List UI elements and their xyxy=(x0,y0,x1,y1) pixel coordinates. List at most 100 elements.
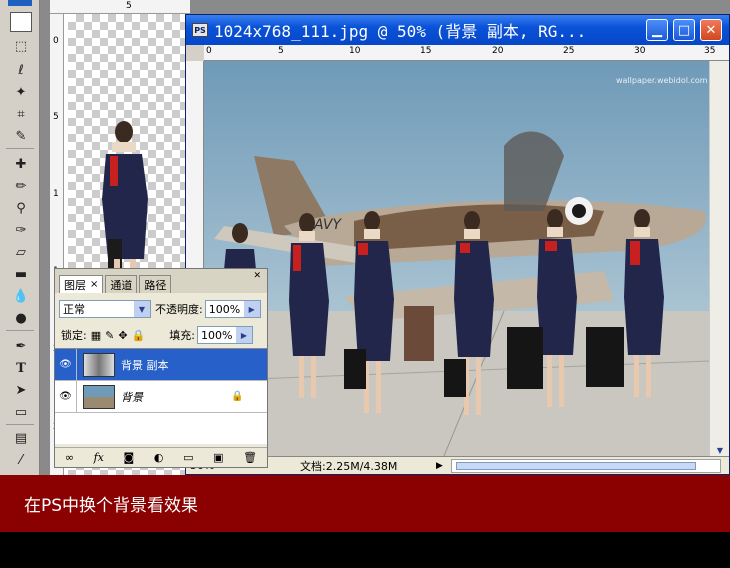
blend-row: 正常 ▼ 不透明度: 100% ▶ xyxy=(55,297,267,321)
tab-label: 图层 xyxy=(64,278,86,292)
layer-name: 背景 副本 xyxy=(121,358,169,372)
scroll-thumb[interactable] xyxy=(455,461,696,470)
chevron-right-icon: ▶ xyxy=(243,301,260,317)
lasso-tool-icon[interactable]: ℓ xyxy=(10,60,32,80)
canvas-watermark: wallpaper.webidol.com xyxy=(616,76,708,85)
lock-image-icon[interactable]: ✎ xyxy=(105,329,114,342)
tab-paths[interactable]: 路径 xyxy=(139,275,172,293)
plane-marking: AVY xyxy=(313,217,342,233)
ruler-label: 1 xyxy=(53,189,59,199)
mask-icon[interactable]: ◙ xyxy=(124,451,135,464)
path-selection-tool-icon[interactable]: ➤ xyxy=(10,380,32,400)
close-icon[interactable]: ✕ xyxy=(700,19,722,41)
gradient-tool-icon[interactable]: ▬ xyxy=(10,264,32,284)
fill-value: 100% xyxy=(200,328,233,342)
tab-label: 路径 xyxy=(144,278,167,292)
panel-footer: ∞ fx ◙ ◐ ▭ ▣ 🗑 xyxy=(55,447,267,467)
ruler-label: 30 xyxy=(634,46,646,56)
lock-position-icon[interactable]: ✥ xyxy=(118,329,127,342)
tab-close-icon[interactable]: × xyxy=(90,279,98,290)
magic-wand-tool-icon[interactable]: ✦ xyxy=(10,82,32,102)
type-tool-icon[interactable]: T xyxy=(10,358,32,378)
toolbox-header xyxy=(8,0,32,6)
layer-list: 👁 背景 副本 👁 背景 🔒 xyxy=(55,348,267,444)
healing-brush-tool-icon[interactable]: ✚ xyxy=(10,154,32,174)
caption-banner: 在PS中换个背景看效果 xyxy=(0,475,730,532)
pen-tool-icon[interactable]: ✒ xyxy=(10,336,32,356)
ruler-label: 5 xyxy=(53,112,59,122)
move-tool-icon[interactable]: ✥ xyxy=(10,12,32,32)
chevron-down-icon: ▼ xyxy=(134,301,150,317)
ruler-label: 15 xyxy=(420,46,432,56)
ruler-label: 0 xyxy=(53,36,59,46)
maximize-icon[interactable]: □ xyxy=(673,19,695,41)
composite-photo: wallpaper.webidol.com AVY xyxy=(204,61,709,456)
toolbox-divider xyxy=(6,148,34,149)
main-ruler-top: 0 5 10 15 20 25 30 35 xyxy=(204,45,729,61)
blend-mode-value: 正常 xyxy=(63,303,85,316)
notes-tool-icon[interactable]: ▤ xyxy=(10,428,32,448)
dodge-tool-icon[interactable]: ● xyxy=(10,308,32,328)
layer-thumbnail xyxy=(83,384,115,409)
crop-tool-icon[interactable]: ⌗ xyxy=(10,104,32,124)
ruler-label: 5 xyxy=(278,46,284,56)
chevron-right-icon: ▶ xyxy=(235,327,252,343)
layer-thumbnail xyxy=(83,352,115,377)
shape-tool-icon[interactable]: ▭ xyxy=(10,402,32,422)
panel-tabs: 图层 × 通道 路径 ✕ xyxy=(55,269,267,293)
blend-mode-select[interactable]: 正常 ▼ xyxy=(59,300,151,318)
ps-app-icon: PS xyxy=(192,23,208,37)
folder-icon[interactable]: ▭ xyxy=(183,451,193,464)
tab-layers[interactable]: 图层 × xyxy=(59,275,104,293)
slice-tool-icon[interactable]: ✎ xyxy=(10,126,32,146)
ruler-label: 35 xyxy=(704,46,716,56)
back-ruler-top: 5 xyxy=(50,0,190,14)
layers-panel[interactable]: 图层 × 通道 路径 ✕ 正常 ▼ 不透明度: 100% ▶ 锁定: ▦ ✎ ✥ … xyxy=(54,268,268,468)
eraser-tool-icon[interactable]: ▱ xyxy=(10,242,32,262)
document-title-bar[interactable]: PS 1024x768_111.jpg @ 50% (背景 副本, RG... … xyxy=(186,15,729,45)
blur-tool-icon[interactable]: 💧 xyxy=(10,286,32,306)
vertical-scrollbar[interactable]: ▼ xyxy=(709,61,729,456)
lock-all-icon[interactable]: 🔒 xyxy=(132,329,146,342)
lock-transparent-icon[interactable]: ▦ xyxy=(91,329,101,342)
horizontal-scrollbar[interactable] xyxy=(450,458,721,473)
tab-label: 通道 xyxy=(110,278,133,292)
clone-stamp-tool-icon[interactable]: ⚲ xyxy=(10,198,32,218)
opacity-label: 不透明度: xyxy=(155,303,203,316)
opacity-value: 100% xyxy=(208,302,241,316)
status-menu-arrow-icon[interactable]: ▶ xyxy=(436,461,443,471)
visibility-eye-icon[interactable]: 👁 xyxy=(55,380,77,413)
trash-icon[interactable]: 🗑 xyxy=(243,451,257,464)
fill-field[interactable]: 100% ▶ xyxy=(196,326,253,344)
photoshop-workspace: ✥ ⬚ ℓ ✦ ⌗ ✎ ✚ ✏ ⚲ ✑ ▱ ▬ 💧 ● ✒ T ➤ ▭ ▤ ⁄ … xyxy=(0,0,730,475)
ruler-label: 25 xyxy=(563,46,575,56)
layer-lock-icon: 🔒 xyxy=(231,391,244,402)
ruler-label: 20 xyxy=(492,46,504,56)
panel-close-icon[interactable]: ✕ xyxy=(253,271,261,281)
eyedropper-tool-icon[interactable]: ⁄ xyxy=(10,450,32,470)
caption-text: 在PS中换个背景看效果 xyxy=(24,496,199,516)
scroll-down-icon[interactable]: ▼ xyxy=(712,446,728,456)
adjustment-icon[interactable]: ◐ xyxy=(154,451,164,464)
lock-label: 锁定: xyxy=(61,329,87,342)
marquee-tool-icon[interactable]: ⬚ xyxy=(10,36,32,56)
layer-row-copy[interactable]: 👁 背景 副本 xyxy=(55,348,267,381)
toolbox: ✥ ⬚ ℓ ✦ ⌗ ✎ ✚ ✏ ⚲ ✑ ▱ ▬ 💧 ● ✒ T ➤ ▭ ▤ ⁄ xyxy=(0,0,40,475)
link-icon[interactable]: ∞ xyxy=(65,451,74,464)
fx-icon[interactable]: fx xyxy=(94,451,104,464)
new-layer-icon[interactable]: ▣ xyxy=(213,451,223,464)
brush-tool-icon[interactable]: ✏ xyxy=(10,176,32,196)
toolbox-divider xyxy=(6,424,34,425)
image-canvas[interactable]: wallpaper.webidol.com AVY xyxy=(204,61,709,456)
ruler-label: 10 xyxy=(349,46,361,56)
history-brush-tool-icon[interactable]: ✑ xyxy=(10,220,32,240)
document-size: 文档:2.25M/4.38M xyxy=(300,459,398,473)
opacity-field[interactable]: 100% ▶ xyxy=(204,300,261,318)
visibility-eye-icon[interactable]: 👁 xyxy=(55,348,77,381)
ruler-label: 5 xyxy=(126,1,132,11)
minimize-icon[interactable]: ▁ xyxy=(646,19,668,41)
layer-row-background[interactable]: 👁 背景 🔒 xyxy=(55,380,267,413)
tab-channels[interactable]: 通道 xyxy=(105,275,138,293)
document-title: 1024x768_111.jpg @ 50% (背景 副本, RG... xyxy=(214,22,587,41)
lock-row: 锁定: ▦ ✎ ✥ 🔒 填充: 100% ▶ xyxy=(55,323,267,347)
